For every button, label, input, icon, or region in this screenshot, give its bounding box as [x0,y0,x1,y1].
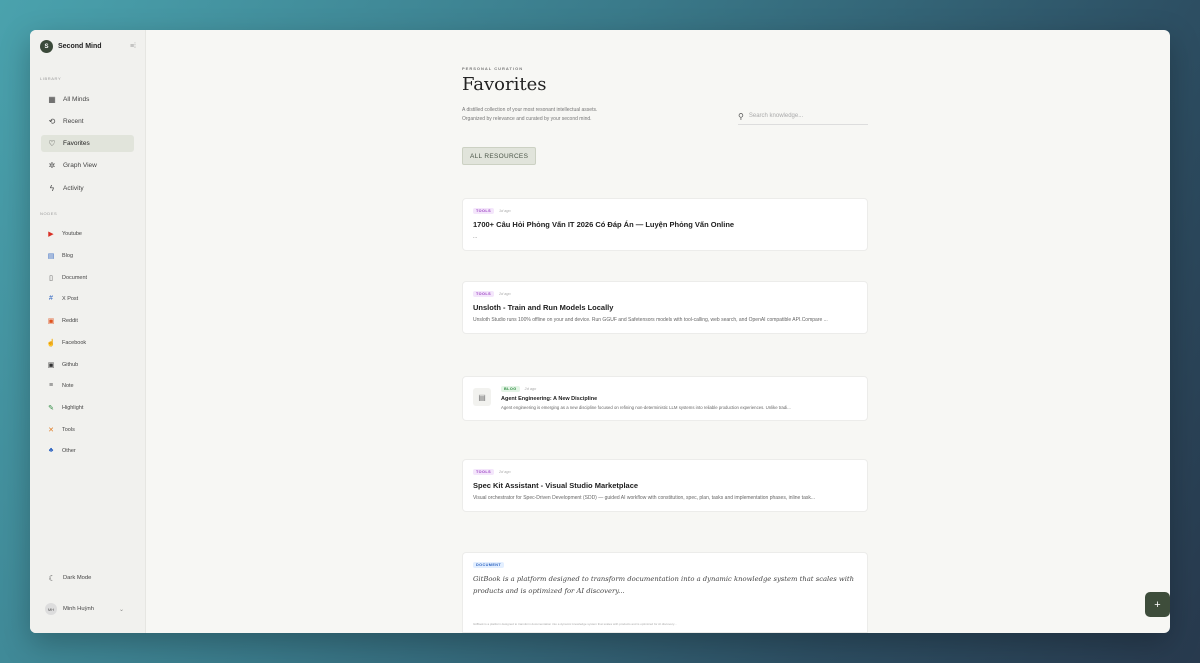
card-footnote: GitBook is a platform designed to transf… [462,617,868,633]
sidebar-item-note[interactable]: ≡ Note [41,378,134,393]
card-description: Agent engineering is emerging as a new d… [501,405,791,410]
search-input[interactable]: ⚲ Search knowledge... [738,108,868,125]
sidebar-item-blog[interactable]: ▤ Blog [41,248,134,263]
sidebar-item-reddit[interactable]: ▣ Reddit [41,313,134,328]
page-description: A distilled collection of your most reso… [462,106,662,124]
sidebar-item-label: Activity [63,185,84,192]
shapes-icon: ♣ [48,447,54,454]
sidebar-item-label: Graph View [63,162,97,169]
sidebar-item-tools[interactable]: ✕ Tools [41,422,134,437]
brand-logo: S [40,40,53,53]
note-icon: ≡ [48,382,54,389]
add-button[interactable]: + [1145,592,1170,617]
github-icon: ▣ [47,361,55,369]
card-description: ... [473,234,478,240]
resource-card[interactable]: TOOLS 2d ago Spec Kit Assistant - Visual… [462,459,868,512]
sidebar-item-label: All Minds [63,96,90,103]
card-title: Agent Engineering: A New Discipline [501,396,598,402]
chevron-down-icon: ⌄ [118,606,124,613]
page-eyebrow: PERSONAL CURATION [462,66,524,71]
hash-icon: # [49,295,53,302]
resource-card[interactable]: ▤ BLOG 2d ago Agent Engineering: A New D… [462,376,868,421]
all-resources-filter-button[interactable]: ALL RESOURCES [462,147,537,165]
history-icon: ⟲ [48,117,56,126]
tools-icon: ✕ [48,426,54,434]
blog-icon: ▤ [473,388,491,406]
moon-icon: ☾ [48,573,56,583]
search-icon: ⚲ [738,111,744,121]
sidebar: S Second Mind ≡⁞ LIBRARY ▦ All Minds ⟲ R… [30,30,146,633]
resource-card[interactable]: TOOLS 1d ago 1700+ Câu Hỏi Phỏng Vấn IT … [462,198,868,251]
sidebar-item-label: Other [62,447,76,454]
nodes-section-label: NODES [40,211,58,216]
timestamp: 2d ago [499,470,511,474]
card-title: 1700+ Câu Hỏi Phỏng Vấn IT 2026 Có Đáp Á… [473,220,735,229]
sidebar-collapse-icon[interactable]: ≡⁞ [130,43,136,50]
sidebar-item-all-minds[interactable]: ▦ All Minds [41,91,134,108]
sidebar-item-label: Document [62,274,88,281]
library-section-label: LIBRARY [40,76,62,81]
card-description: Unsloth Studio runs 100% offline on your… [473,317,828,323]
sidebar-item-label: Blog [62,252,74,259]
app-window: S Second Mind ≡⁞ LIBRARY ▦ All Minds ⟲ R… [30,30,1170,633]
thumbs-up-icon: ☝ [46,339,56,347]
document-icon: ▯ [49,274,53,282]
sidebar-item-youtube[interactable]: ▶ Youtube [41,226,134,241]
sidebar-item-label: X Post [62,295,79,302]
sidebar-item-highlight[interactable]: ✎ Highlight [41,400,134,415]
timestamp: 1d ago [499,209,511,213]
type-badge: TOOLS [473,291,495,297]
avatar: MH [45,603,57,615]
sidebar-item-label: Highlight [62,404,84,411]
brand-name: Second Mind [58,43,102,50]
main-content: PERSONAL CURATION Favorites A distilled … [146,30,1170,633]
sidebar-item-label: Recent [63,118,84,125]
card-title: Spec Kit Assistant - Visual Studio Marke… [473,481,639,490]
type-badge: DOCUMENT [473,562,505,568]
description-line: Organized by relevance and curated by yo… [462,116,592,122]
sidebar-item-label: Youtube [62,230,82,237]
user-menu[interactable]: MH Minh Huỳnh ⌄ [41,601,134,617]
description-line: A distilled collection of your most reso… [462,107,598,113]
heart-icon: ♡ [48,139,56,148]
brand: S Second Mind ≡⁞ [40,40,136,53]
sidebar-item-x-post[interactable]: # X Post [41,291,134,306]
reddit-icon: ▣ [47,317,55,325]
sidebar-item-graph-view[interactable]: ✲ Graph View [41,157,134,174]
blog-icon: ▤ [47,252,55,260]
highlighter-icon: ✎ [48,404,54,412]
sidebar-item-label: Note [62,382,74,389]
timestamp: 2d ago [499,292,511,296]
type-badge: BLOG [501,386,520,392]
type-badge: TOOLS [473,208,495,214]
sidebar-item-label: Reddit [62,317,78,324]
sidebar-item-other[interactable]: ♣ Other [41,443,134,458]
timestamp: 2d ago [524,387,537,391]
sidebar-item-label: Facebook [62,339,87,346]
grid-icon: ▦ [48,95,56,104]
search-placeholder: Search knowledge... [748,113,804,119]
youtube-icon: ▶ [48,230,54,238]
resource-card[interactable]: TOOLS 2d ago Unsloth - Train and Run Mod… [462,281,868,334]
dark-mode-toggle[interactable]: ☾ Dark Mode [41,570,134,586]
user-name: Minh Huỳnh [63,606,94,612]
card-title: GitBook is a platform designed to transf… [473,575,854,595]
sidebar-item-favorites[interactable]: ♡ Favorites [41,135,134,152]
dark-mode-label: Dark Mode [63,575,92,581]
sidebar-item-facebook[interactable]: ☝ Facebook [41,335,134,350]
sidebar-item-label: Favorites [63,140,90,147]
card-description: Visual orchestrator for Spec-Driven Deve… [473,495,816,501]
graph-icon: ✲ [48,161,56,170]
page-title: Favorites [462,74,547,95]
bolt-icon: ϟ [49,184,55,193]
sidebar-item-recent[interactable]: ⟲ Recent [41,113,134,130]
card-title: Unsloth - Train and Run Models Locally [473,303,614,312]
sidebar-item-label: Tools [62,426,75,433]
sidebar-item-document[interactable]: ▯ Document [41,270,134,285]
resource-card[interactable]: DOCUMENT GitBook is a platform designed … [462,552,868,618]
sidebar-item-github[interactable]: ▣ Github [41,357,134,372]
type-badge: TOOLS [473,469,495,475]
sidebar-item-activity[interactable]: ϟ Activity [41,180,134,197]
sidebar-item-label: Github [62,361,79,368]
